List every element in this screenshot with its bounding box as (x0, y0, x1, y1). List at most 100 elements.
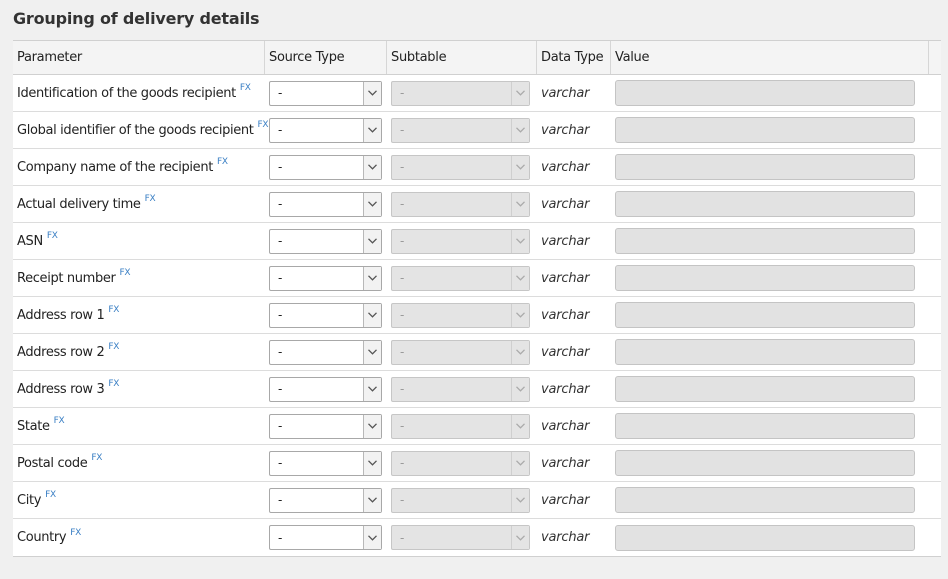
fx-formula-link[interactable]: FX (108, 342, 119, 352)
chevron-down-icon[interactable] (363, 377, 381, 401)
fx-formula-link[interactable]: FX (47, 231, 58, 241)
subtable-select: - (391, 228, 530, 254)
parameter-cell: Global identifier of the goods recipient… (13, 112, 269, 148)
value-cell (611, 371, 929, 407)
subtable-value: - (400, 456, 405, 470)
chevron-down-icon (511, 377, 529, 401)
chevron-down-icon[interactable] (363, 192, 381, 216)
fx-formula-link[interactable]: FX (70, 528, 81, 538)
fx-formula-link[interactable]: FX (217, 157, 228, 167)
fx-formula-link[interactable]: FX (91, 453, 102, 463)
parameter-cell: Company name of the recipient FX (13, 149, 265, 185)
data-type-cell: varchar (537, 149, 611, 185)
data-type-label: varchar (541, 307, 590, 323)
data-type-cell: varchar (537, 519, 611, 556)
source-type-value: - (278, 493, 283, 507)
row-spacer (929, 260, 941, 296)
source-type-select[interactable]: - (269, 302, 382, 328)
grid-header: Parameter Source Type Subtable Data Type… (13, 41, 941, 75)
subtable-cell: - (387, 371, 537, 407)
chevron-down-icon[interactable] (363, 229, 381, 253)
source-type-select[interactable]: - (269, 154, 382, 180)
subtable-select: - (391, 376, 530, 402)
chevron-down-icon (511, 229, 529, 253)
source-type-select[interactable]: - (269, 191, 382, 217)
fx-formula-link[interactable]: FX (108, 305, 119, 315)
source-type-select[interactable]: - (269, 413, 382, 439)
chevron-down-icon[interactable] (363, 526, 381, 549)
table-row: Address row 2 FX - - varchar (13, 334, 941, 371)
chevron-down-icon[interactable] (363, 81, 381, 105)
source-type-cell: - (265, 445, 387, 481)
fx-formula-link[interactable]: FX (120, 268, 131, 278)
data-type-cell: varchar (537, 445, 611, 481)
value-input (615, 191, 915, 217)
subtable-select: - (391, 80, 530, 106)
chevron-down-icon (511, 488, 529, 512)
source-type-cell: - (265, 149, 387, 185)
subtable-select: - (391, 525, 530, 550)
chevron-down-icon[interactable] (363, 266, 381, 290)
column-header-parameter[interactable]: Parameter (13, 41, 265, 74)
table-row: Company name of the recipient FX - - var… (13, 149, 941, 186)
data-type-cell: varchar (537, 112, 611, 148)
data-type-label: varchar (541, 233, 590, 249)
subtable-value: - (400, 123, 405, 137)
source-type-cell: - (265, 297, 387, 333)
parameter-label: State (17, 418, 50, 434)
source-type-select[interactable]: - (269, 450, 382, 476)
column-header-value[interactable]: Value (611, 41, 929, 74)
value-input (615, 117, 915, 143)
fx-formula-link[interactable]: FX (240, 83, 251, 93)
chevron-down-icon[interactable] (363, 155, 381, 179)
source-type-select[interactable]: - (269, 525, 382, 550)
source-type-select[interactable]: - (269, 487, 382, 513)
source-type-value: - (278, 160, 283, 174)
parameter-cell: Postal code FX (13, 445, 265, 481)
value-cell (611, 297, 929, 333)
source-type-select[interactable]: - (269, 376, 382, 402)
table-row: Postal code FX - - varchar (13, 445, 941, 482)
value-input (615, 339, 915, 365)
column-header-source-type[interactable]: Source Type (265, 41, 387, 74)
chevron-down-icon[interactable] (363, 414, 381, 438)
value-input (615, 376, 915, 402)
source-type-cell: - (265, 186, 387, 222)
source-type-cell: - (265, 75, 387, 111)
chevron-down-icon[interactable] (363, 118, 381, 142)
chevron-down-icon[interactable] (363, 340, 381, 364)
source-type-cell: - (265, 334, 387, 370)
source-type-select[interactable]: - (269, 80, 382, 106)
subtable-select: - (391, 339, 530, 365)
subtable-cell: - (387, 519, 537, 556)
source-type-select[interactable]: - (269, 339, 382, 365)
column-header-subtable[interactable]: Subtable (387, 41, 537, 74)
value-cell (611, 519, 929, 556)
column-header-data-type[interactable]: Data Type (537, 41, 611, 74)
value-input (615, 302, 915, 328)
chevron-down-icon[interactable] (363, 303, 381, 327)
fx-formula-link[interactable]: FX (45, 490, 56, 500)
subtable-cell: - (387, 260, 537, 296)
row-spacer (929, 223, 941, 259)
fx-formula-link[interactable]: FX (258, 120, 269, 130)
table-row: Actual delivery time FX - - varchar (13, 186, 941, 223)
chevron-down-icon[interactable] (363, 451, 381, 475)
fx-formula-link[interactable]: FX (145, 194, 156, 204)
value-input (615, 80, 915, 106)
data-type-label: varchar (541, 530, 590, 545)
table-row: Receipt number FX - - varchar (13, 260, 941, 297)
data-type-cell: varchar (537, 408, 611, 444)
row-spacer (929, 445, 941, 481)
row-spacer (929, 519, 941, 556)
source-type-select[interactable]: - (269, 117, 382, 143)
parameter-label: Receipt number (17, 270, 116, 286)
fx-formula-link[interactable]: FX (108, 379, 119, 389)
source-type-select[interactable]: - (269, 228, 382, 254)
fx-formula-link[interactable]: FX (54, 416, 65, 426)
subtable-cell: - (387, 186, 537, 222)
subtable-value: - (400, 86, 405, 100)
subtable-cell: - (387, 149, 537, 185)
source-type-select[interactable]: - (269, 265, 382, 291)
chevron-down-icon[interactable] (363, 488, 381, 512)
